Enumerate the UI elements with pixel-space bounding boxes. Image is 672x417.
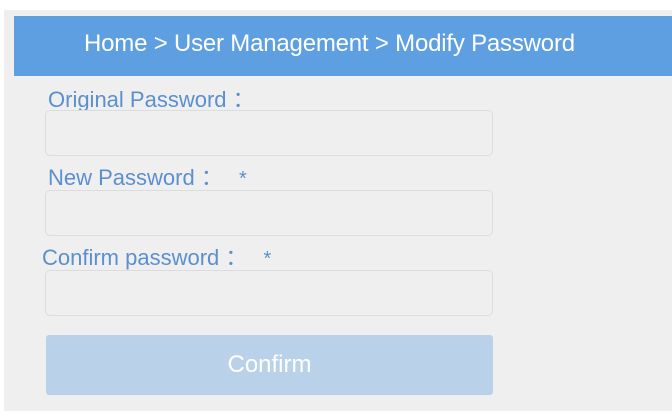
modify-password-screen: Home > User Management > Modify Password…: [0, 0, 672, 417]
breadcrumb: Home > User Management > Modify Password: [84, 30, 575, 57]
confirm-password-field[interactable]: [45, 270, 493, 316]
confirm-button[interactable]: Confirm: [46, 335, 493, 395]
confirm-password-label: Confirm password ： *: [42, 240, 271, 272]
new-password-field[interactable]: [45, 190, 493, 236]
confirm-password-label-text: Confirm password ：: [42, 245, 248, 270]
original-password-field[interactable]: [45, 110, 493, 156]
new-password-label-text: New Password ：: [48, 165, 223, 190]
header-bar: Home > User Management > Modify Password: [14, 16, 672, 76]
new-password-label: New Password ： *: [48, 160, 247, 192]
original-password-label-text: Original Password ：: [48, 87, 255, 112]
required-marker: *: [238, 168, 247, 190]
required-marker: *: [263, 248, 272, 270]
